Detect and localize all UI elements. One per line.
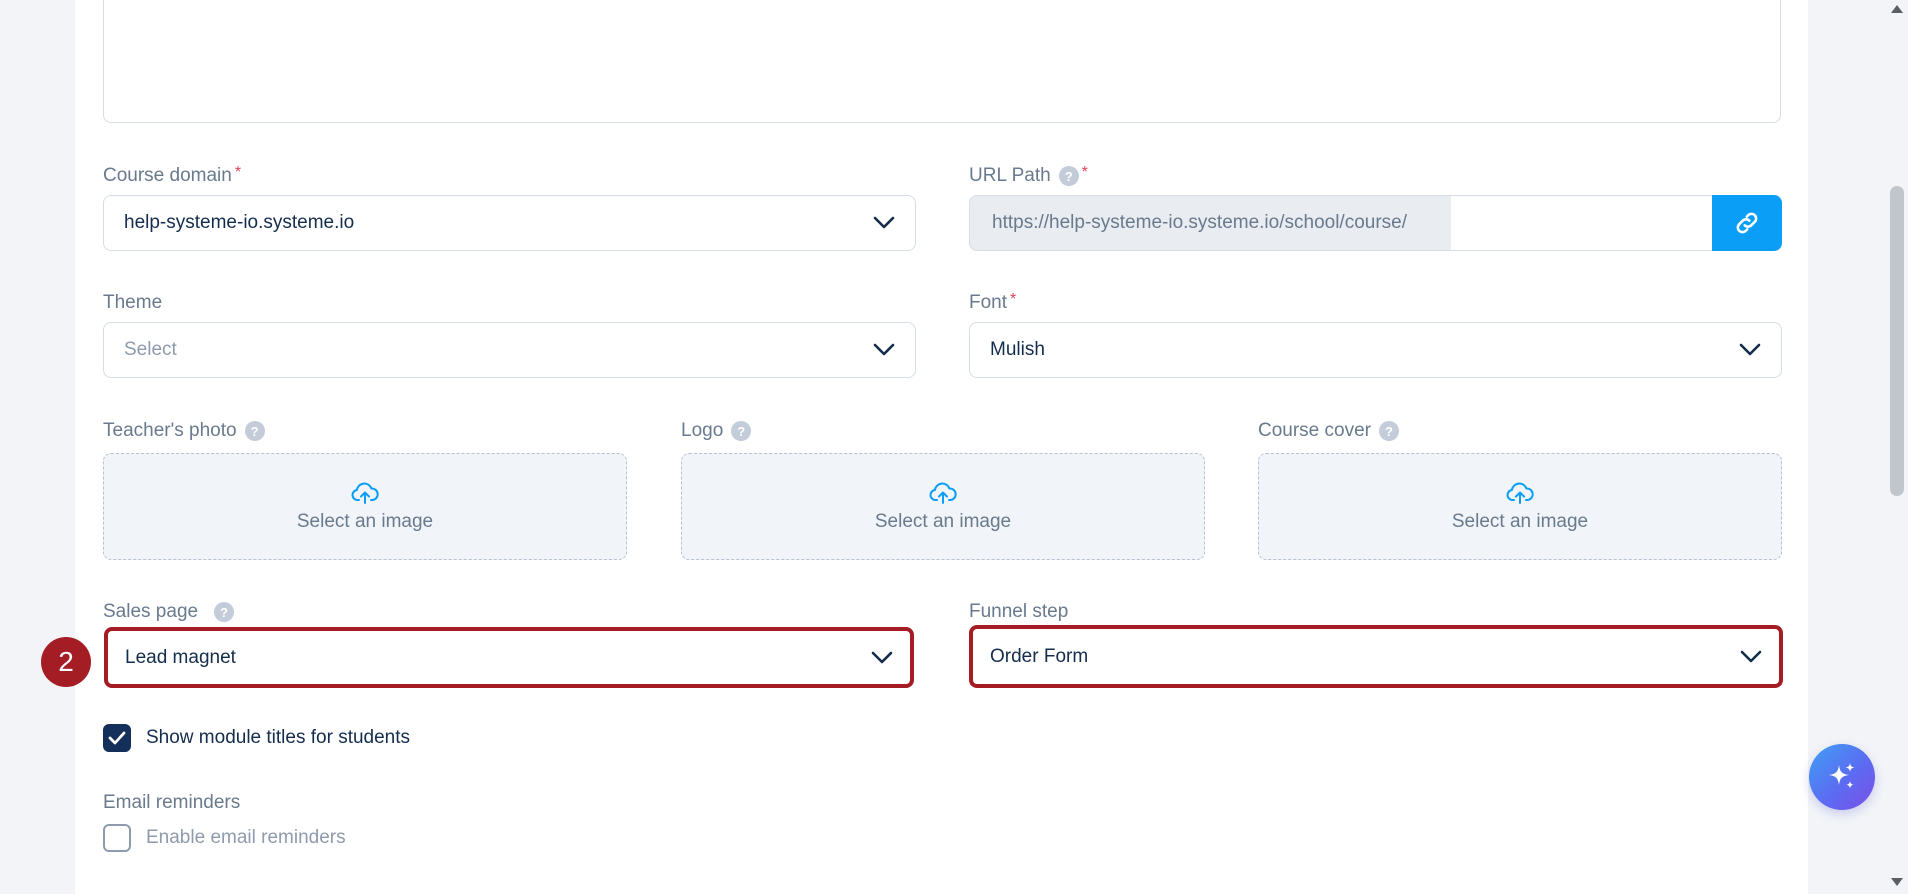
ai-assistant-button[interactable] xyxy=(1809,744,1875,810)
theme-label: Theme xyxy=(103,292,163,313)
cloud-upload-icon xyxy=(351,482,379,504)
description-textarea[interactable] xyxy=(103,0,1781,123)
teacher-photo-label: Teacher's photo ? xyxy=(103,420,265,442)
required-marker: * xyxy=(234,164,242,181)
help-icon[interactable]: ? xyxy=(1058,166,1079,186)
theme-select[interactable]: Select xyxy=(103,322,916,378)
show-module-titles-checkbox[interactable] xyxy=(103,724,131,752)
upload-text: Select an image xyxy=(874,510,1012,532)
form-card xyxy=(75,0,1808,894)
step-number-badge: 2 xyxy=(41,637,91,687)
help-icon[interactable]: ? xyxy=(214,602,235,622)
sales-page-select[interactable]: Lead magnet xyxy=(104,627,914,688)
cloud-upload-icon xyxy=(929,482,957,504)
funnel-step-label: Funnel step xyxy=(969,601,1069,622)
funnel-step-select[interactable]: Order Form xyxy=(969,625,1783,688)
upload-text: Select an image xyxy=(296,510,434,532)
course-domain-value: help-systeme-io.systeme.io xyxy=(124,212,355,233)
course-domain-select[interactable]: help-systeme-io.systeme.io xyxy=(103,195,916,251)
course-cover-upload[interactable]: Select an image xyxy=(1258,453,1782,560)
course-domain-label: Course domain * xyxy=(103,164,242,186)
enable-email-reminders-checkbox[interactable] xyxy=(103,824,131,852)
scroll-down-arrow[interactable] xyxy=(1891,878,1903,886)
help-icon[interactable]: ? xyxy=(244,421,265,441)
logo-upload[interactable]: Select an image xyxy=(681,453,1205,560)
sales-page-value: Lead magnet xyxy=(125,646,236,668)
logo-label: Logo ? xyxy=(681,420,752,442)
sparkles-icon xyxy=(1829,763,1855,789)
checkmark-icon xyxy=(108,731,126,745)
chevron-down-icon xyxy=(873,216,895,229)
link-icon xyxy=(1736,212,1758,234)
email-reminders-label: Email reminders xyxy=(103,792,241,813)
font-value: Mulish xyxy=(990,339,1045,360)
sales-page-label: Sales page ? xyxy=(103,601,235,623)
required-marker: * xyxy=(1010,291,1017,308)
upload-text: Select an image xyxy=(1451,510,1589,532)
chevron-down-icon xyxy=(871,651,893,663)
url-path-label: URL Path ? * xyxy=(969,164,1088,186)
chevron-down-icon xyxy=(1740,650,1762,662)
funnel-step-value: Order Form xyxy=(990,645,1089,667)
scrollbar-thumb[interactable] xyxy=(1890,186,1904,496)
copy-link-button[interactable] xyxy=(1712,195,1782,251)
show-module-titles-label[interactable]: Show module titles for students xyxy=(146,727,410,749)
theme-placeholder: Select xyxy=(124,339,177,360)
help-icon[interactable]: ? xyxy=(1379,421,1399,441)
enable-email-reminders-label[interactable]: Enable email reminders xyxy=(146,827,346,849)
chevron-down-icon xyxy=(1739,343,1761,356)
cloud-upload-icon xyxy=(1506,482,1534,504)
font-select[interactable]: Mulish xyxy=(969,322,1782,378)
help-icon[interactable]: ? xyxy=(731,421,752,441)
teacher-photo-upload[interactable]: Select an image xyxy=(103,453,627,560)
chevron-down-icon xyxy=(873,343,895,356)
url-path-input[interactable] xyxy=(1451,195,1713,251)
course-cover-label: Course cover ? xyxy=(1258,420,1399,442)
scroll-up-arrow[interactable] xyxy=(1891,5,1903,13)
url-path-prefix: https://help-systeme-io.systeme.io/schoo… xyxy=(969,195,1452,251)
required-marker: * xyxy=(1081,164,1088,181)
font-label: Font * xyxy=(969,291,1017,313)
